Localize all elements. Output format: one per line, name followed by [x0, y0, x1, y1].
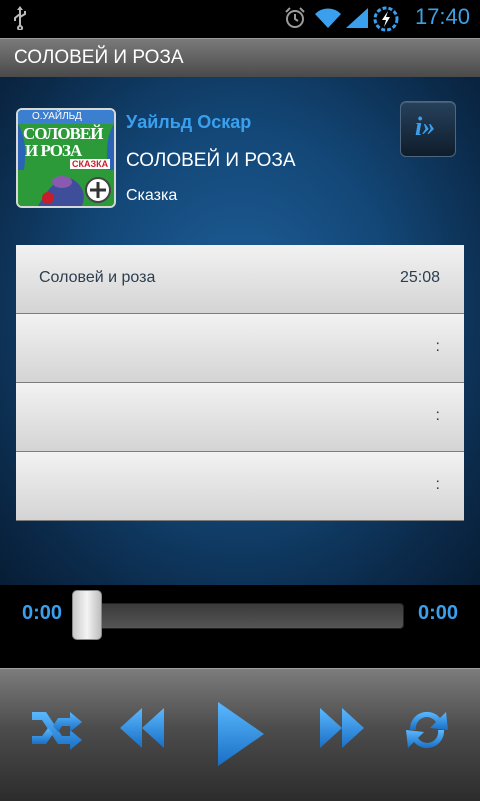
cover-title-line2: И РОЗА: [25, 141, 82, 160]
book-genre: Сказка: [126, 187, 178, 204]
rewind-icon[interactable]: [118, 706, 166, 750]
wifi-icon: [315, 8, 341, 28]
track-duration: :: [435, 476, 440, 493]
play-icon[interactable]: [214, 700, 266, 768]
info-icon: i»: [415, 112, 436, 141]
elapsed-time: 0:00: [22, 602, 63, 624]
battery-charging-icon: [373, 6, 399, 32]
seek-thumb[interactable]: [72, 590, 102, 640]
track-row[interactable]: :: [16, 383, 464, 452]
usb-icon: [14, 6, 26, 30]
cover-subtitle: СКАЗКА: [70, 159, 111, 169]
page-title: СОЛОВЕЙ И РОЗА: [14, 47, 184, 68]
signal-icon: [346, 8, 368, 28]
cover-author: О.УАЙЛЬД: [32, 111, 82, 122]
seek-bar[interactable]: [72, 603, 404, 629]
total-time: 0:00: [417, 602, 458, 624]
info-button[interactable]: i»: [400, 101, 456, 157]
track-row[interactable]: Соловей и роза 25:08: [16, 245, 464, 314]
track-name: Соловей и роза: [39, 269, 156, 286]
status-bar: 17:40: [0, 0, 480, 38]
clock: 17:40: [414, 4, 470, 29]
fast-forward-icon[interactable]: [318, 706, 366, 750]
track-duration: 25:08: [399, 269, 440, 286]
title-bar: СОЛОВЕЙ И РОЗА: [0, 38, 480, 78]
book-title: СОЛОВЕЙ И РОЗА: [126, 150, 296, 171]
track-row[interactable]: :: [16, 452, 464, 521]
book-author: Уайльд Оскар: [126, 112, 252, 132]
alarm-icon: [285, 7, 305, 28]
track-list: Соловей и роза 25:08 : : :: [16, 245, 464, 521]
shuffle-icon[interactable]: [28, 706, 84, 754]
book-cover[interactable]: О.УАЙЛЬД СОЛОВЕЙ И РОЗА СКАЗКА: [16, 108, 116, 208]
track-duration: :: [435, 338, 440, 355]
repeat-icon[interactable]: [402, 704, 452, 756]
track-duration: :: [435, 407, 440, 424]
track-row[interactable]: :: [16, 314, 464, 383]
